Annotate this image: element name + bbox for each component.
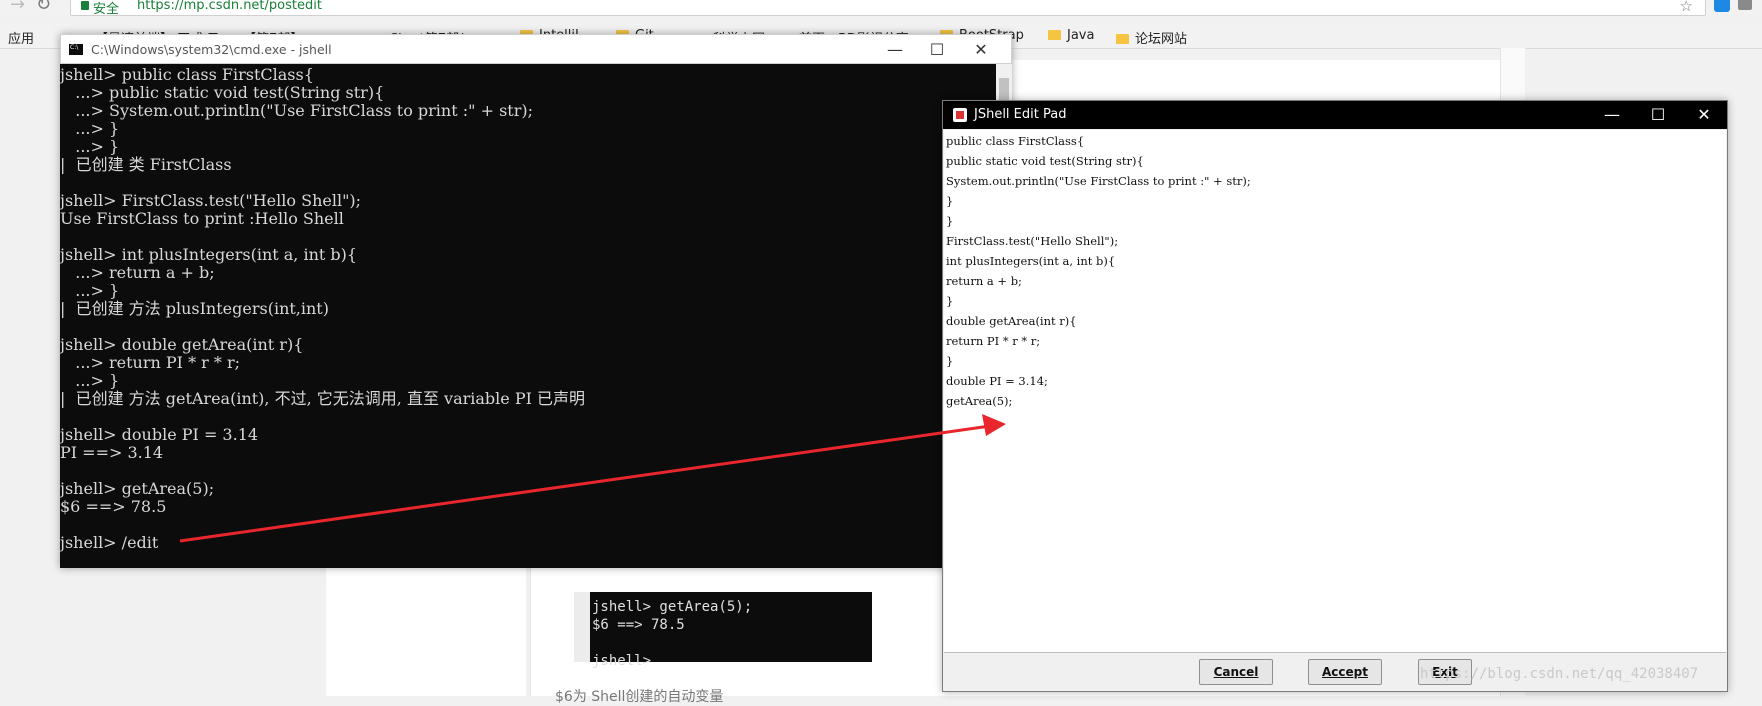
arrow-head-icon: [982, 414, 1006, 436]
annotation-arrow: [179, 414, 1006, 543]
arrow-line: [179, 424, 991, 543]
